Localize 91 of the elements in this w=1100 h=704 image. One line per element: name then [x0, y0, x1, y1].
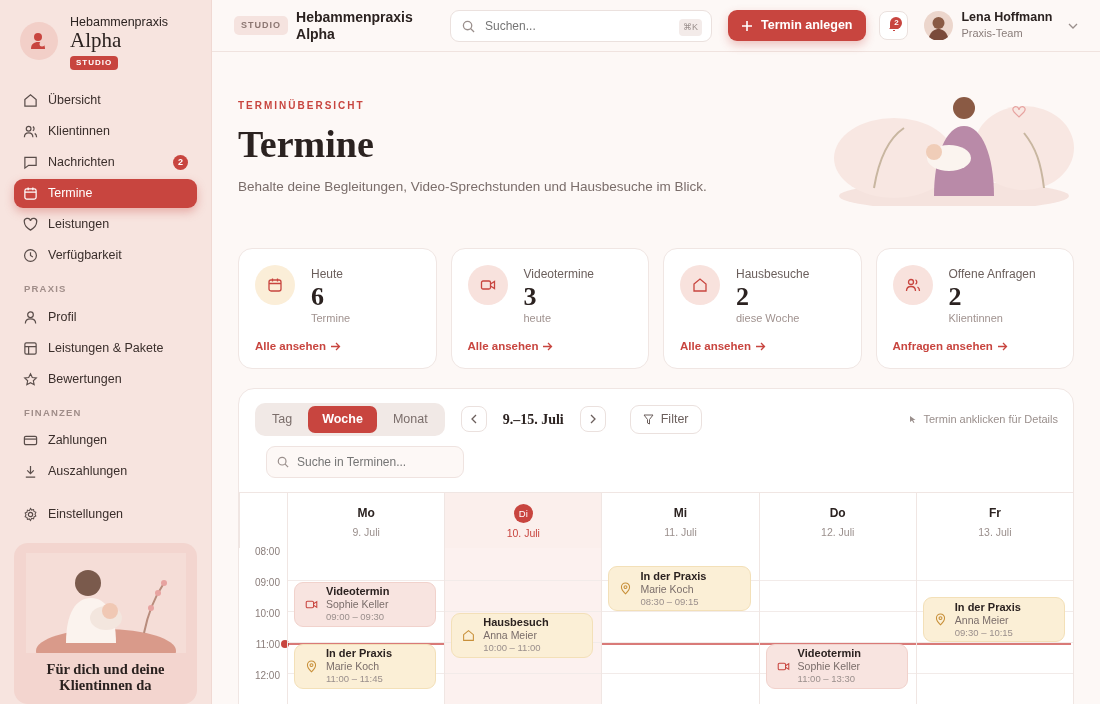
nav-item[interactable]: Übersicht: [14, 86, 197, 116]
client-name: Marie Koch: [640, 582, 695, 596]
filter-button[interactable]: Filter: [629, 404, 702, 434]
client-name: Marie Koch: [326, 660, 381, 674]
appointment-title: Hausbesuch: [483, 616, 549, 630]
view-all-link[interactable]: Alle ansehen: [255, 337, 341, 356]
stat-label: Hausbesuche: [736, 266, 810, 283]
stat-caption: diese Woche: [736, 311, 801, 327]
stat-label: Offene Anfragen: [948, 266, 1036, 283]
practice-title: Hebammenpraxis Alpha: [296, 8, 414, 43]
time-label: 11:00: [255, 637, 280, 652]
notification-count: 2: [890, 17, 903, 29]
new-appointment-button[interactable]: Termin anlegen: [728, 10, 867, 41]
time-label: 12:00: [254, 668, 280, 683]
stat-value: 2: [736, 283, 750, 311]
appointment-time: 11:00 – 13:30: [797, 673, 856, 686]
nav-item[interactable]: Zahlungen: [14, 425, 197, 455]
page-subtitle: Behalte deine Begleitungen, Video-Sprechstunden und Hausbesuche im Blick.: [238, 178, 707, 196]
stat-caption: Termine: [311, 311, 351, 327]
nav-item[interactable]: Einstellungen: [14, 499, 197, 529]
stat-value: 6: [311, 283, 325, 311]
date-range: 9.–15. Juli: [501, 410, 565, 429]
nav-item[interactable]: Klientinnen: [14, 117, 197, 147]
time-label: 10:00: [254, 606, 280, 621]
day-name: Do: [829, 505, 846, 520]
appointment-card[interactable]: In der Praxis Marie Koch 11:00 – 11:45: [294, 643, 437, 689]
view-all-link[interactable]: Alle ansehen: [467, 337, 554, 356]
hint-text: Termin anklicken für Details: [923, 412, 1058, 428]
stat-value: 2: [948, 283, 963, 311]
appointment-card[interactable]: In der Praxis Marie Koch 08:30 – 09:15: [608, 566, 751, 612]
client-name: Sophie Keller: [326, 598, 390, 612]
appointment-card[interactable]: Hausbesuch Anna Meier 10:00 – 11:00: [451, 612, 594, 658]
view-all-link[interactable]: Anfragen ansehen: [892, 337, 1008, 356]
nav-item[interactable]: Auszahlungen: [14, 456, 197, 486]
appointment-time: 10:00 – 11:00: [483, 642, 542, 655]
studio-tag: STUDIO: [234, 15, 288, 36]
stat-caption: Klientinnen: [948, 311, 1004, 327]
brand-name: Hebammenpraxis: [70, 16, 168, 30]
appointment-title: In der Praxis: [326, 647, 393, 661]
nav-item[interactable]: Nachrichten 2: [14, 148, 197, 178]
appointment-card[interactable]: Videotermin Sophie Keller 11:00 – 13:30: [765, 643, 908, 689]
notifications-button[interactable]: 2: [879, 11, 909, 40]
view-tab[interactable]: Tag: [258, 406, 307, 433]
appointment-time: 09:30 – 10:15: [954, 626, 1014, 639]
nav-item[interactable]: Verfügbarkeit: [14, 241, 197, 271]
nav-item[interactable]: Profil: [14, 302, 197, 332]
brand-title: Alpha: [70, 29, 122, 51]
appointment-card[interactable]: Videotermin Sophie Keller 09:00 – 09:30: [294, 581, 437, 627]
view-tab[interactable]: Woche: [308, 406, 377, 433]
stat-label: Heute: [311, 266, 345, 283]
appointment-time: 09:00 – 09:30: [326, 611, 386, 624]
studio-badge: STUDIO: [70, 55, 119, 70]
stat-value: 3: [523, 283, 538, 311]
appointment-card[interactable]: In der Praxis Anna Meier 09:30 – 10:15: [922, 597, 1065, 643]
section-label: FINANZEN: [23, 405, 83, 420]
day-name: Di: [513, 504, 533, 524]
page-title: Termine: [238, 125, 375, 163]
unread-count: 2: [173, 155, 188, 171]
nav-item[interactable]: Bewertungen: [14, 364, 197, 394]
appointment-title: Videotermin: [326, 585, 390, 599]
day-name: Fr: [988, 505, 1001, 520]
day-date: 11. Juli: [663, 525, 698, 541]
day-name: Mo: [357, 505, 375, 520]
stat-label: Videotermine: [523, 266, 594, 283]
appointment-time: 08:30 – 09:15: [640, 595, 700, 608]
day-name: Mi: [673, 505, 688, 520]
stat-caption: heute: [523, 311, 553, 327]
view-all-link[interactable]: Alle ansehen: [680, 337, 766, 356]
day-date: 12. Juli: [820, 525, 856, 541]
appointment-time: 11:00 – 11:45: [326, 673, 384, 686]
day-date: 9. Juli: [351, 525, 381, 541]
view-tab[interactable]: Monat: [378, 406, 442, 433]
appointment-title: Videotermin: [797, 647, 861, 661]
section-label: PRAXIS: [23, 282, 68, 297]
appointment-title: In der Praxis: [954, 600, 1021, 614]
nav-item[interactable]: Termine: [14, 179, 197, 209]
user-name: Lena Hoffmann: [961, 9, 1053, 25]
nav-item[interactable]: Leistungen: [14, 210, 197, 240]
time-label: 08:00: [254, 544, 280, 559]
nav-item[interactable]: Leistungen & Pakete: [14, 333, 197, 363]
user-role: Praxis-Team: [961, 25, 1024, 41]
day-date: 10. Juli: [505, 526, 541, 542]
client-name: Anna Meier: [954, 613, 1010, 627]
eyebrow-label: TERMINÜBERSICHT: [238, 98, 366, 113]
client-name: Anna Meier: [483, 629, 538, 643]
time-label: 09:00: [254, 575, 280, 590]
day-date: 13. Juli: [977, 525, 1013, 541]
client-name: Sophie Keller: [797, 660, 861, 674]
promo-text: Für dich und deine Klientinnen da: [45, 660, 166, 695]
appointment-title: In der Praxis: [640, 569, 707, 583]
appointment-search-field[interactable]: Suche in Terminen...: [266, 445, 464, 478]
